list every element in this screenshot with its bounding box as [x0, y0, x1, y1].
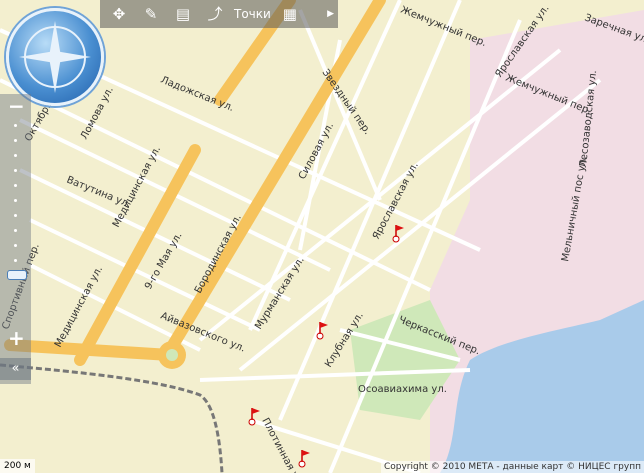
- copyright-text: Copyright © 2010 МЕТА - данные карт © НИ…: [380, 461, 644, 473]
- zoom-in-button[interactable]: +: [8, 328, 25, 348]
- scale-bar: 200 м: [0, 459, 35, 473]
- route-icon[interactable]: ⤴: [202, 3, 228, 25]
- zoom-bar: − +: [0, 94, 31, 384]
- map-toolbar: ✥ ✎ ▤ ⤴ Точки ▦ ▶: [100, 0, 338, 28]
- railway-line: [0, 363, 224, 473]
- street-label: Осоавиахима ул.: [358, 384, 447, 395]
- compass-control[interactable]: [6, 8, 104, 106]
- toolbar-expand-icon[interactable]: ▶: [327, 9, 334, 19]
- street-label: Плотинная ул.: [259, 416, 305, 473]
- street-label: Бородинская ул.: [193, 213, 244, 296]
- collapse-panel-icon[interactable]: «: [0, 358, 31, 380]
- ruler-icon[interactable]: ✎: [138, 3, 164, 25]
- move-icon[interactable]: ✥: [106, 3, 132, 25]
- compass-rose-icon: [19, 21, 91, 93]
- zoom-out-button[interactable]: −: [8, 96, 25, 116]
- print-icon[interactable]: ▦: [277, 3, 303, 25]
- measure-icon[interactable]: ▤: [170, 3, 196, 25]
- zoom-slider-handle[interactable]: [7, 270, 27, 280]
- points-button[interactable]: Точки: [234, 7, 271, 21]
